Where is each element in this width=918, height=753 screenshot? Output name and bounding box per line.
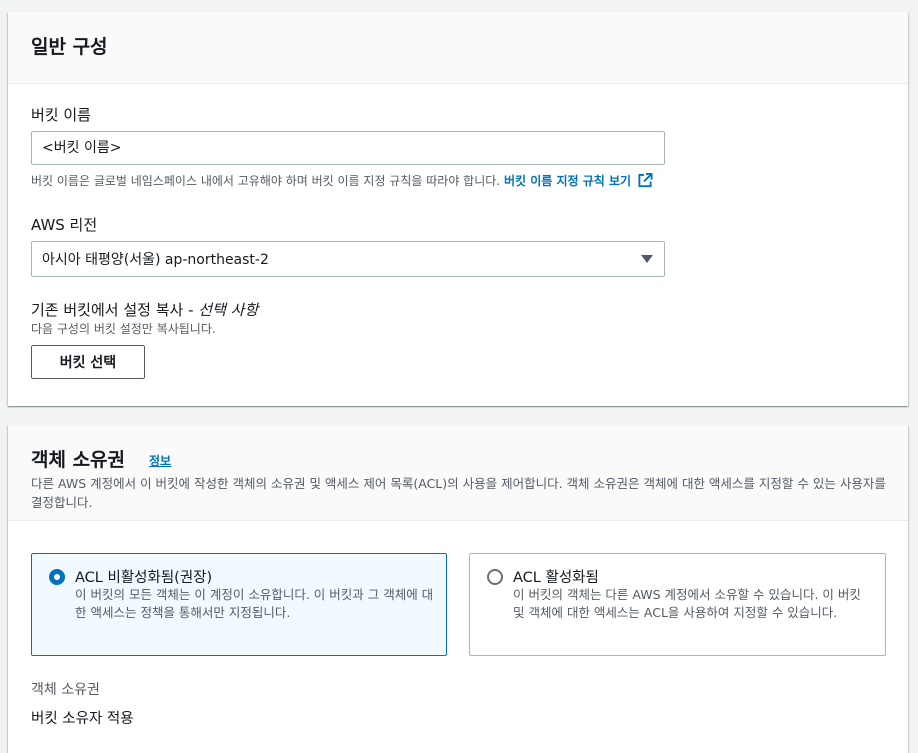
region-select[interactable]: 아시아 태평양(서울) ap-northeast-2 [31, 241, 665, 277]
acl-disabled-option[interactable]: ACL 비활성화됨(권장) 이 버킷의 모든 객체는 이 계정이 소유합니다. … [31, 553, 447, 656]
copy-settings-hint: 다음 구성의 버킷 설정만 복사됩니다. [31, 322, 216, 336]
acl-enabled-title: ACL 활성화됨 [513, 570, 599, 586]
object-ownership-title: 객체 소유권 [31, 449, 126, 471]
choose-bucket-button[interactable]: 버킷 선택 [31, 345, 145, 379]
acl-disabled-title: ACL 비활성화됨(권장) [75, 570, 213, 586]
acl-enabled-description: 이 버킷의 객체는 다른 AWS 계정에서 소유할 수 있습니다. 이 버킷 및… [513, 587, 861, 620]
bucket-name-hint-text: 버킷 이름은 글로벌 네임스페이스 내에서 고유해야 하며 버킷 이름 지정 규… [31, 174, 501, 188]
object-ownership-panel: 객체 소유권 정보 다른 AWS 계정에서 이 버킷에 작성한 객체의 소유권 … [8, 425, 908, 753]
copy-settings-label-text: 기존 버킷에서 설정 복사 - [31, 301, 194, 319]
general-configuration-title: 일반 구성 [31, 36, 108, 58]
acl-disabled-description: 이 버킷의 모든 객체는 이 계정이 소유합니다. 이 버킷과 그 객체에 대한… [75, 587, 434, 620]
naming-rules-link[interactable]: 버킷 이름 지정 규칙 보기 [503, 173, 653, 188]
object-ownership-description: 다른 AWS 계정에서 이 버킷에 작성한 객체의 소유권 및 액세스 제어 목… [31, 476, 886, 510]
caret-down-icon [641, 255, 653, 263]
info-link[interactable]: 정보 [149, 452, 171, 469]
bucket-name-input[interactable] [31, 131, 665, 165]
ownership-summary-label: 객체 소유권 [31, 682, 100, 698]
object-ownership-header: 객체 소유권 정보 다른 AWS 계정에서 이 버킷에 작성한 객체의 소유권 … [8, 425, 908, 521]
acl-disabled-radio[interactable] [49, 569, 65, 585]
ownership-summary-value: 버킷 소유자 적용 [31, 711, 134, 727]
region-label: AWS 리전 [31, 216, 98, 234]
copy-settings-optional: 선택 사항 [198, 301, 259, 319]
external-link-icon [638, 173, 653, 188]
acl-enabled-radio[interactable] [487, 569, 503, 585]
acl-enabled-option[interactable]: ACL 활성화됨 이 버킷의 객체는 다른 AWS 계정에서 소유할 수 있습니… [469, 553, 886, 656]
region-select-value: 아시아 태평양(서울) ap-northeast-2 [42, 252, 269, 268]
copy-settings-label: 기존 버킷에서 설정 복사 - 선택 사항 [31, 299, 258, 320]
general-configuration-panel: 일반 구성 버킷 이름 버킷 이름은 글로벌 네임스페이스 내에서 고유해야 하… [8, 12, 908, 406]
naming-rules-link-label: 버킷 이름 지정 규칙 보기 [503, 174, 632, 188]
bucket-name-label: 버킷 이름 [31, 106, 91, 124]
general-configuration-header: 일반 구성 [8, 12, 908, 84]
bucket-name-hint: 버킷 이름은 글로벌 네임스페이스 내에서 고유해야 하며 버킷 이름 지정 규… [31, 172, 653, 189]
